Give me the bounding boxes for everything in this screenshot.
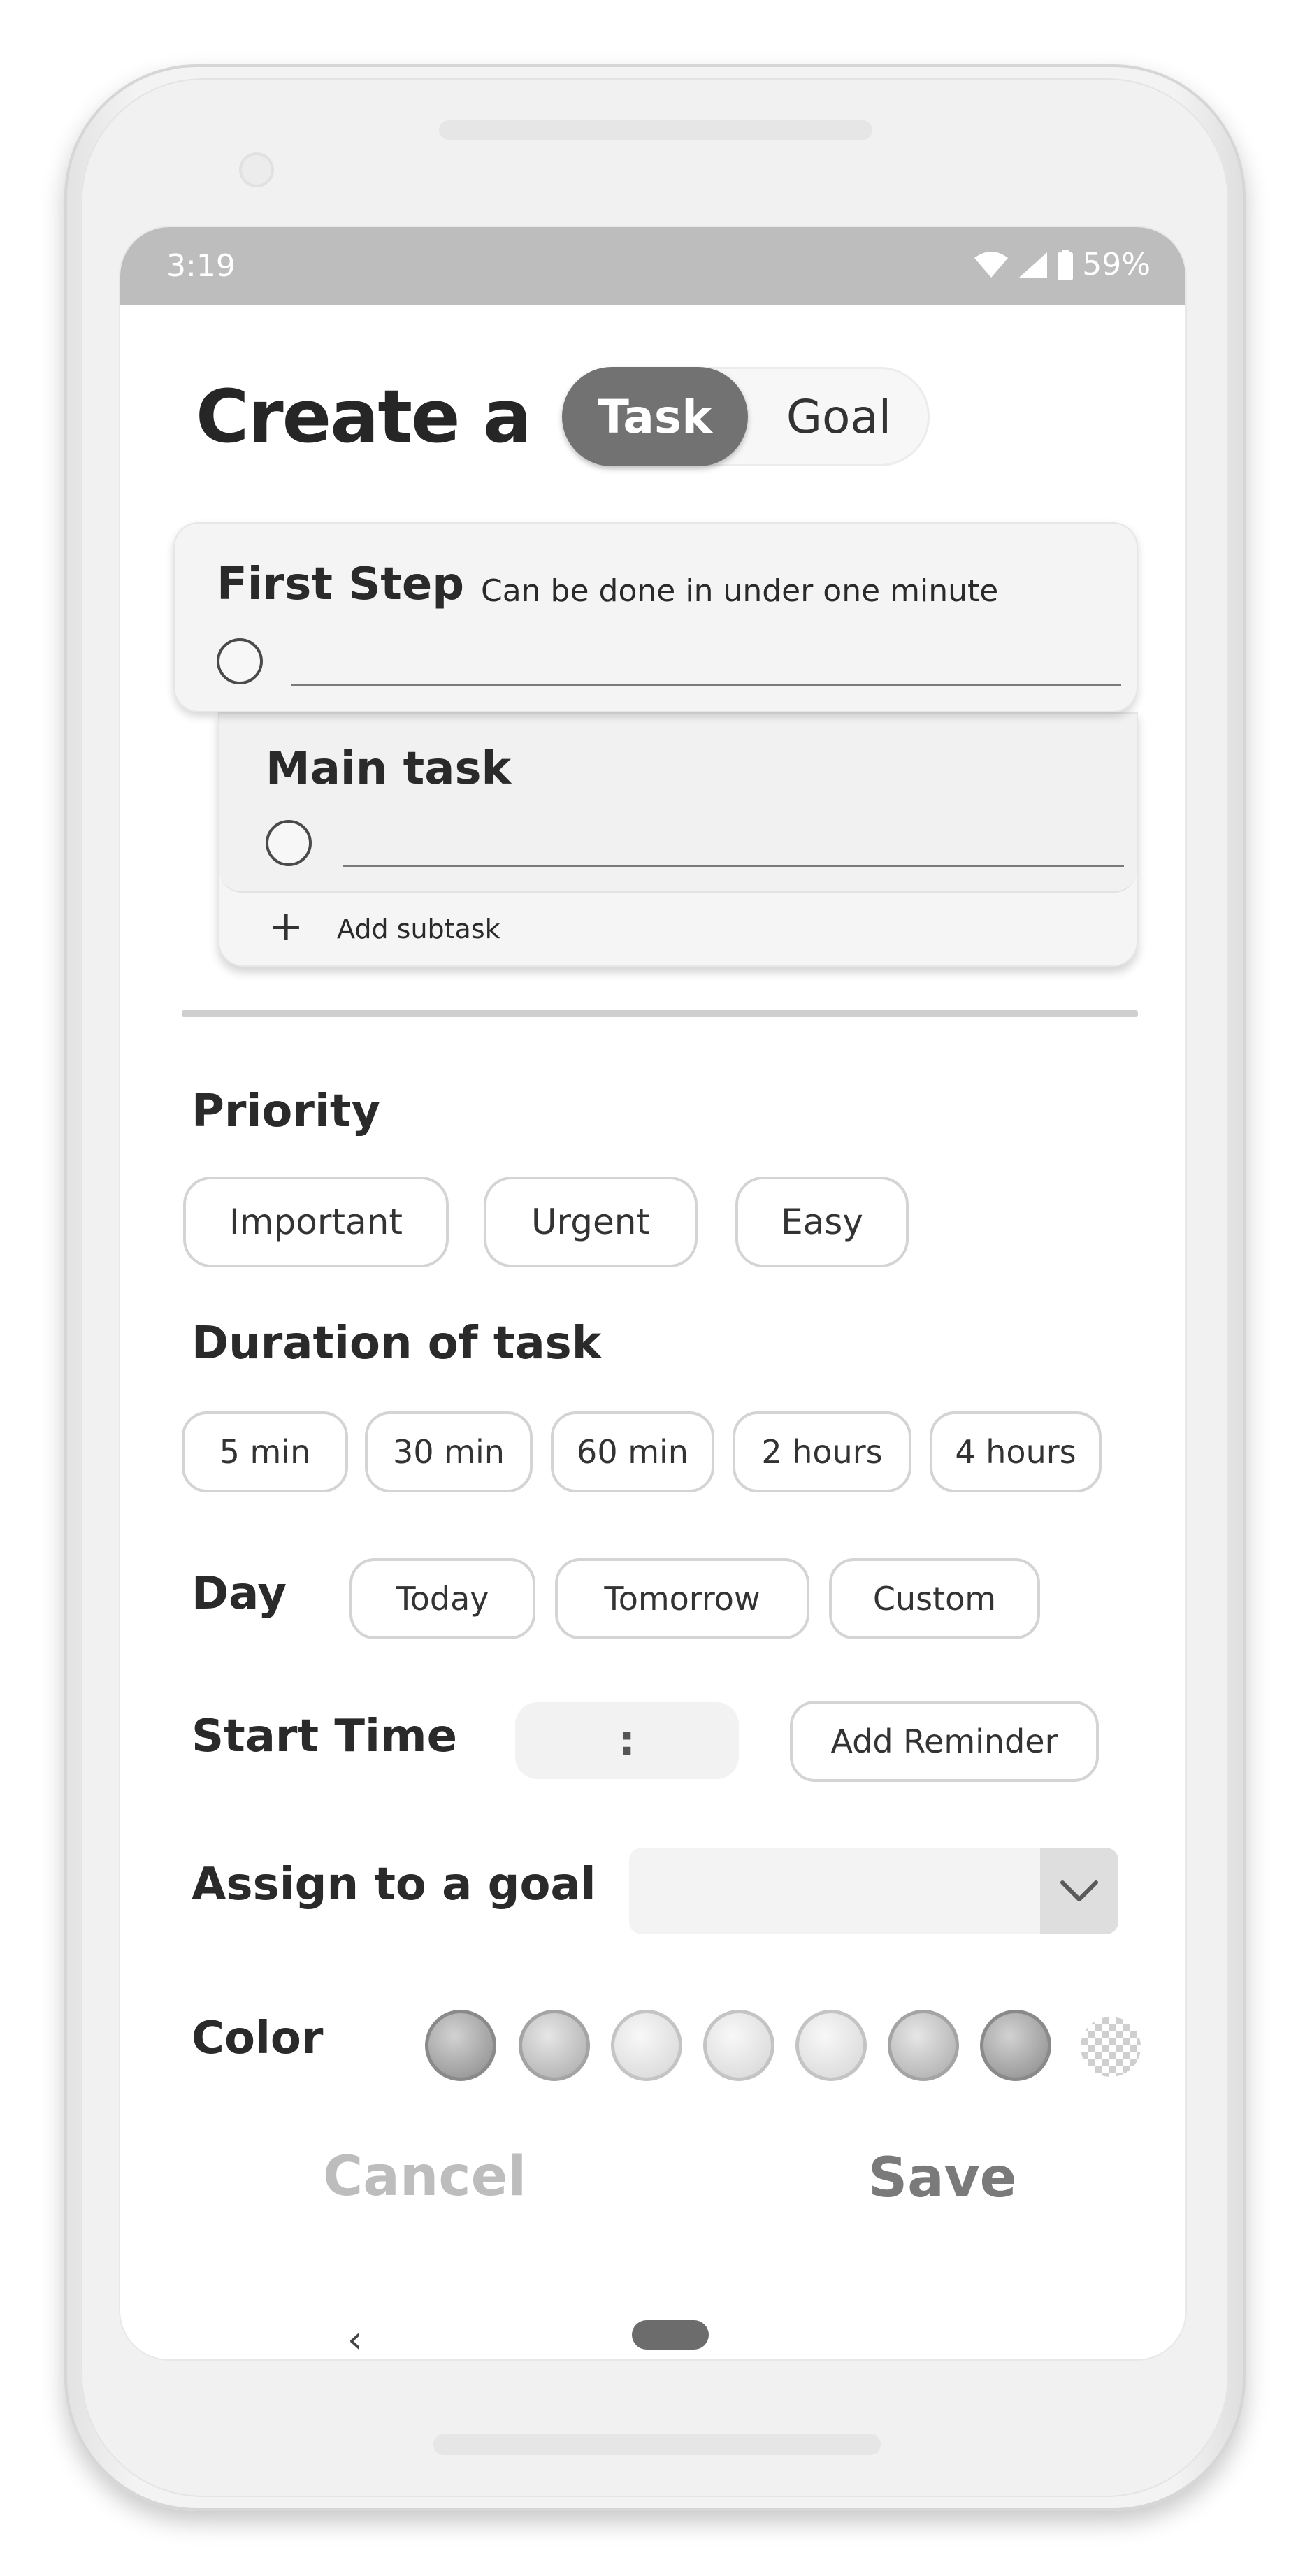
- duration-2hours-chip[interactable]: 2 hours: [733, 1411, 911, 1492]
- wifi-icon: [974, 251, 1009, 278]
- priority-important-chip[interactable]: Important: [183, 1177, 449, 1267]
- first-step-checkbox[interactable]: [217, 638, 263, 684]
- save-button[interactable]: Save: [868, 2147, 1017, 2210]
- color-swatch-4[interactable]: [703, 2010, 774, 2081]
- duration-4hours-chip[interactable]: 4 hours: [930, 1411, 1102, 1492]
- duration-5min-chip[interactable]: 5 min: [182, 1411, 348, 1492]
- add-reminder-button[interactable]: Add Reminder: [790, 1701, 1099, 1782]
- home-pill-icon[interactable]: [632, 2320, 709, 2350]
- day-label: Day: [192, 1568, 287, 1620]
- color-swatch-2[interactable]: [519, 2010, 590, 2081]
- priority-urgent-chip[interactable]: Urgent: [484, 1177, 698, 1267]
- start-time-field[interactable]: :: [515, 1702, 739, 1779]
- color-swatch-7[interactable]: [980, 2010, 1051, 2081]
- status-icons: 59%: [973, 247, 1151, 282]
- battery-icon: [1058, 249, 1074, 280]
- no-color-swatch[interactable]: [1081, 2017, 1141, 2077]
- assign-goal-label: Assign to a goal: [192, 1859, 596, 1911]
- duration-60min-chip[interactable]: 60 min: [551, 1411, 714, 1492]
- battery-percent: 59%: [1082, 247, 1151, 282]
- goal-select[interactable]: [629, 1848, 1118, 1934]
- chevron-down-icon[interactable]: [1040, 1848, 1118, 1934]
- earpiece-speaker: [439, 120, 872, 140]
- task-goal-toggle[interactable]: Task Goal: [562, 367, 930, 466]
- main-task-input[interactable]: [343, 865, 1124, 867]
- page-title: Create a: [196, 374, 532, 459]
- section-divider: [182, 1010, 1138, 1017]
- back-chevron-icon[interactable]: ‹: [347, 2317, 363, 2359]
- cell-signal-icon: [1019, 252, 1048, 278]
- day-today-chip[interactable]: Today: [349, 1558, 535, 1639]
- add-subtask-button[interactable]: Add subtask: [337, 914, 500, 944]
- cancel-button[interactable]: Cancel: [323, 2145, 526, 2208]
- duration-30min-chip[interactable]: 30 min: [365, 1411, 533, 1492]
- start-time-label: Start Time: [192, 1711, 457, 1762]
- plus-icon[interactable]: +: [268, 905, 303, 947]
- color-swatch-6[interactable]: [888, 2010, 959, 2081]
- color-swatch-5[interactable]: [795, 2010, 867, 2081]
- day-tomorrow-chip[interactable]: Tomorrow: [555, 1558, 809, 1639]
- first-step-heading: First Step: [217, 559, 465, 610]
- status-time: 3:19: [166, 248, 236, 284]
- toggle-option-task[interactable]: Task: [562, 367, 748, 466]
- first-step-input[interactable]: [291, 684, 1121, 686]
- first-step-hint: Can be done in under one minute: [481, 573, 999, 609]
- color-swatch-1[interactable]: [425, 2010, 496, 2081]
- duration-label: Duration of task: [192, 1318, 602, 1369]
- color-swatch-3[interactable]: [611, 2010, 682, 2081]
- main-task-checkbox[interactable]: [266, 820, 312, 866]
- day-custom-chip[interactable]: Custom: [829, 1558, 1040, 1639]
- front-camera: [239, 152, 274, 187]
- priority-easy-chip[interactable]: Easy: [735, 1177, 909, 1267]
- status-bar: 3:19 59%: [120, 227, 1185, 305]
- color-label: Color: [192, 2013, 324, 2064]
- bottom-speaker: [433, 2434, 881, 2455]
- toggle-option-goal[interactable]: Goal: [748, 367, 930, 466]
- main-task-heading: Main task: [266, 743, 512, 795]
- app-screen: 3:19 59% Create a Task Goal Main task + …: [120, 227, 1185, 2359]
- priority-label: Priority: [192, 1086, 381, 1137]
